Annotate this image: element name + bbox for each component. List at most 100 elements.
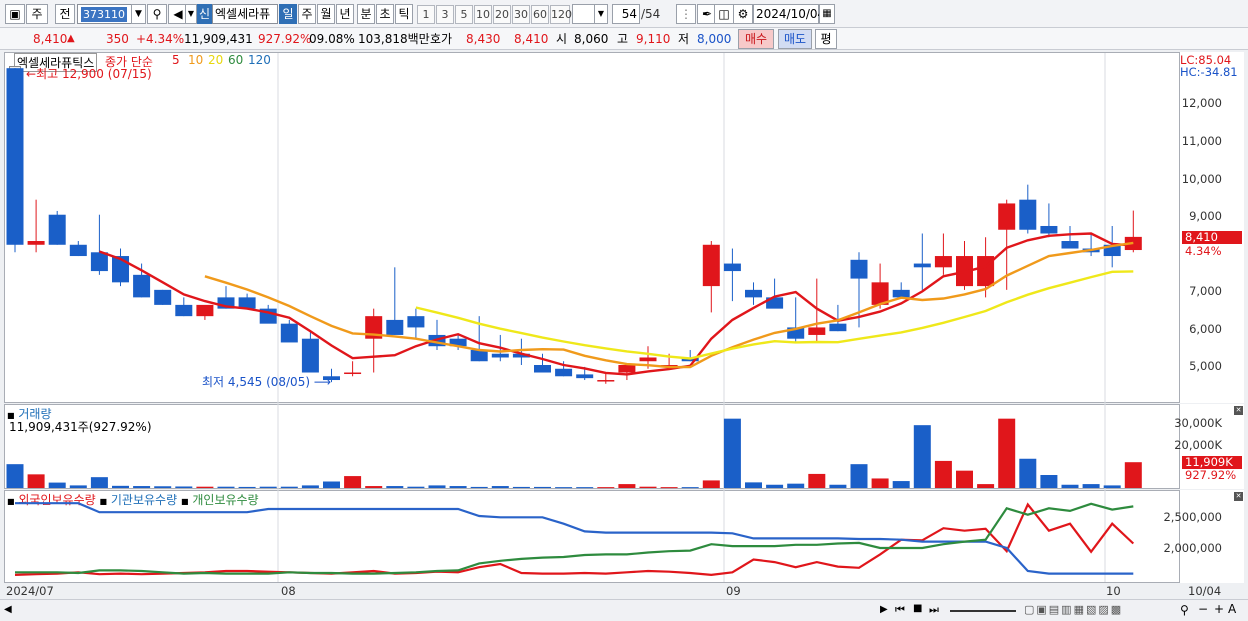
fast-forward-icon[interactable]: ⏭	[929, 603, 939, 617]
volume-bar	[871, 478, 889, 488]
volume-bar	[196, 486, 214, 488]
foreign-holding-line	[14, 502, 1135, 577]
volume-bar	[386, 486, 404, 488]
volume-bar	[934, 460, 952, 488]
candle-body	[48, 214, 66, 245]
volume-bar	[1040, 475, 1058, 488]
plus-icon[interactable]: +	[1214, 602, 1224, 616]
volume-bar	[745, 482, 762, 488]
volume-bar	[681, 487, 699, 489]
volume-bar	[90, 477, 108, 488]
candle-body	[850, 259, 868, 279]
font-size-icon[interactable]: A	[1228, 602, 1236, 616]
volume-bar	[723, 418, 741, 488]
zoom-slider[interactable]	[950, 610, 1016, 612]
chart-canvas[interactable]	[0, 0, 1248, 621]
candle-body	[407, 316, 425, 328]
candle-body	[934, 256, 952, 268]
volume-bar	[238, 486, 256, 488]
candle-body	[555, 368, 573, 377]
tool-icons[interactable]: ▢▣▤▥▦▧▨▩	[1024, 603, 1123, 616]
volume-bar	[892, 481, 910, 488]
candle-body	[892, 289, 910, 298]
volume-bar	[323, 481, 340, 488]
volume-bar	[259, 486, 277, 488]
volume-bar	[280, 486, 298, 488]
volume-bar	[1103, 485, 1121, 488]
volume-bar	[1082, 484, 1100, 488]
candle-body	[829, 323, 847, 332]
candle-body	[808, 327, 826, 335]
volume-bar	[407, 486, 425, 488]
volume-bar	[27, 474, 45, 488]
volume-bar	[1124, 462, 1142, 488]
volume-bar	[534, 486, 551, 488]
volume-bar	[154, 486, 172, 488]
volume-bar	[428, 485, 446, 488]
volume-bar	[576, 487, 594, 489]
volume-bar	[787, 483, 805, 488]
volume-bar	[1061, 484, 1079, 488]
candle-body	[175, 304, 193, 317]
candle-body	[69, 244, 87, 257]
candle-body	[386, 319, 404, 335]
volume-bar	[639, 486, 657, 488]
candle-body	[196, 304, 214, 317]
candle-body	[534, 365, 551, 373]
volume-bar	[597, 487, 615, 489]
stop-icon[interactable]: ■	[913, 603, 922, 614]
candle-body	[90, 252, 108, 272]
candle-body	[6, 68, 24, 245]
volume-bar	[850, 464, 868, 488]
candle-body	[154, 289, 172, 305]
volume-bar	[702, 480, 720, 488]
candle-body	[133, 274, 151, 298]
x-label: 10	[1106, 584, 1121, 598]
volume-bar	[133, 486, 151, 488]
volume-bar	[998, 418, 1016, 488]
candle-body	[723, 263, 741, 272]
candle-body	[1019, 199, 1037, 230]
volume-bar	[766, 484, 784, 488]
candle-body	[745, 289, 762, 298]
candle-body	[576, 374, 594, 379]
x-label: 08	[281, 584, 296, 598]
scroll-bar[interactable]: ◀ ▶ ⏮ ■ ⏭ ▢▣▤▥▦▧▨▩ ⚲ − + A	[0, 599, 1248, 621]
volume-bar	[175, 486, 193, 488]
candle-body	[998, 203, 1016, 230]
candle-body	[27, 241, 45, 245]
volume-bar	[6, 464, 24, 488]
volume-bar	[829, 484, 847, 488]
rewind-icon[interactable]: ⏮	[895, 603, 905, 617]
volume-bar	[301, 485, 319, 488]
x-label: 2024/07	[6, 584, 54, 598]
candle-body	[323, 376, 340, 381]
candle-body	[1061, 241, 1079, 249]
candle-body	[301, 338, 319, 373]
candle-body	[491, 353, 509, 358]
volume-bar	[217, 486, 235, 488]
x-label: 09	[726, 584, 741, 598]
candle-body	[344, 372, 362, 375]
volume-bar	[365, 486, 383, 488]
hts-chart-window: ▣ 주 전 373110 ▼ ⚲ ◀ ▼ 신 엑셀세라퓨 일 주 월 년 분 초…	[0, 0, 1248, 621]
candle-body	[597, 380, 615, 382]
volume-bar	[470, 486, 488, 488]
candle-body	[470, 349, 488, 362]
scroll-left-icon[interactable]: ◀	[4, 604, 12, 615]
volume-bar	[512, 486, 530, 488]
volume-bar	[69, 485, 87, 488]
candle-body	[1040, 225, 1058, 234]
volume-bar	[977, 484, 995, 488]
volume-bar	[112, 485, 129, 488]
volume-bar	[1019, 458, 1037, 488]
institution-holding-line	[15, 502, 1134, 575]
candle-body	[618, 365, 636, 373]
candle-body	[280, 323, 298, 343]
scroll-right-icon[interactable]: ▶	[880, 604, 888, 615]
zoom-icon[interactable]: ⚲	[1180, 603, 1189, 617]
volume-bar	[491, 486, 509, 488]
minus-icon[interactable]: −	[1198, 602, 1208, 616]
volume-bar	[555, 487, 573, 489]
candle-body	[702, 244, 720, 287]
